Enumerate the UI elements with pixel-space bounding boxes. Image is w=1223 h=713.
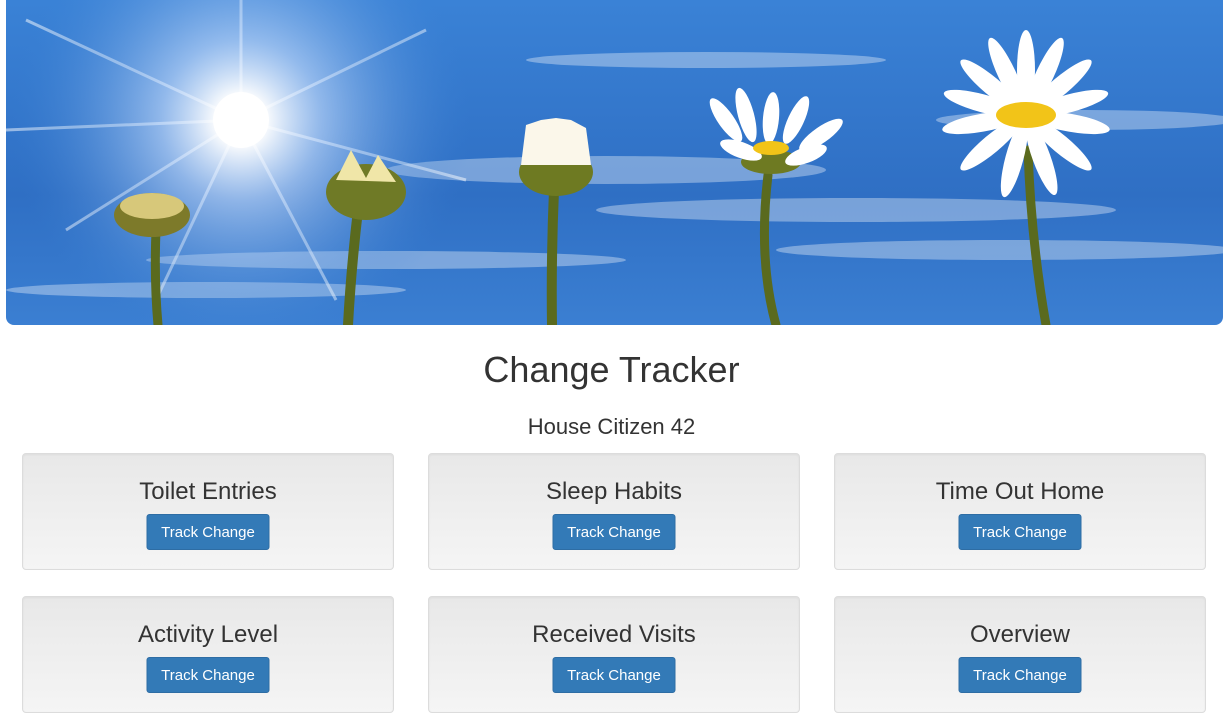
card-title: Overview <box>969 621 1071 648</box>
track-change-button[interactable]: Track Change <box>958 657 1082 693</box>
card-received-visits: Received Visits Track Change <box>428 596 800 713</box>
card-toilet-entries: Toilet Entries Track Change <box>22 453 394 570</box>
track-change-button[interactable]: Track Change <box>958 514 1082 550</box>
card-sleep-habits: Sleep Habits Track Change <box>428 453 800 570</box>
track-change-button[interactable]: Track Change <box>146 657 270 693</box>
card-activity-level: Activity Level Track Change <box>22 596 394 713</box>
card-title: Toilet Entries <box>139 478 277 505</box>
header-banner-image <box>6 0 1223 325</box>
card-overview: Overview Track Change <box>834 596 1206 713</box>
page-subtitle: House Citizen 42 <box>527 414 696 439</box>
track-change-button[interactable]: Track Change <box>552 514 676 550</box>
track-change-button[interactable]: Track Change <box>552 657 676 693</box>
card-title: Sleep Habits <box>545 478 683 505</box>
page-title: Change Tracker <box>483 349 740 390</box>
card-title: Activity Level <box>137 621 279 648</box>
card-time-out-home: Time Out Home Track Change <box>834 453 1206 570</box>
track-change-button[interactable]: Track Change <box>146 514 270 550</box>
card-title: Time Out Home <box>935 478 1105 505</box>
card-title: Received Visits <box>532 621 696 648</box>
